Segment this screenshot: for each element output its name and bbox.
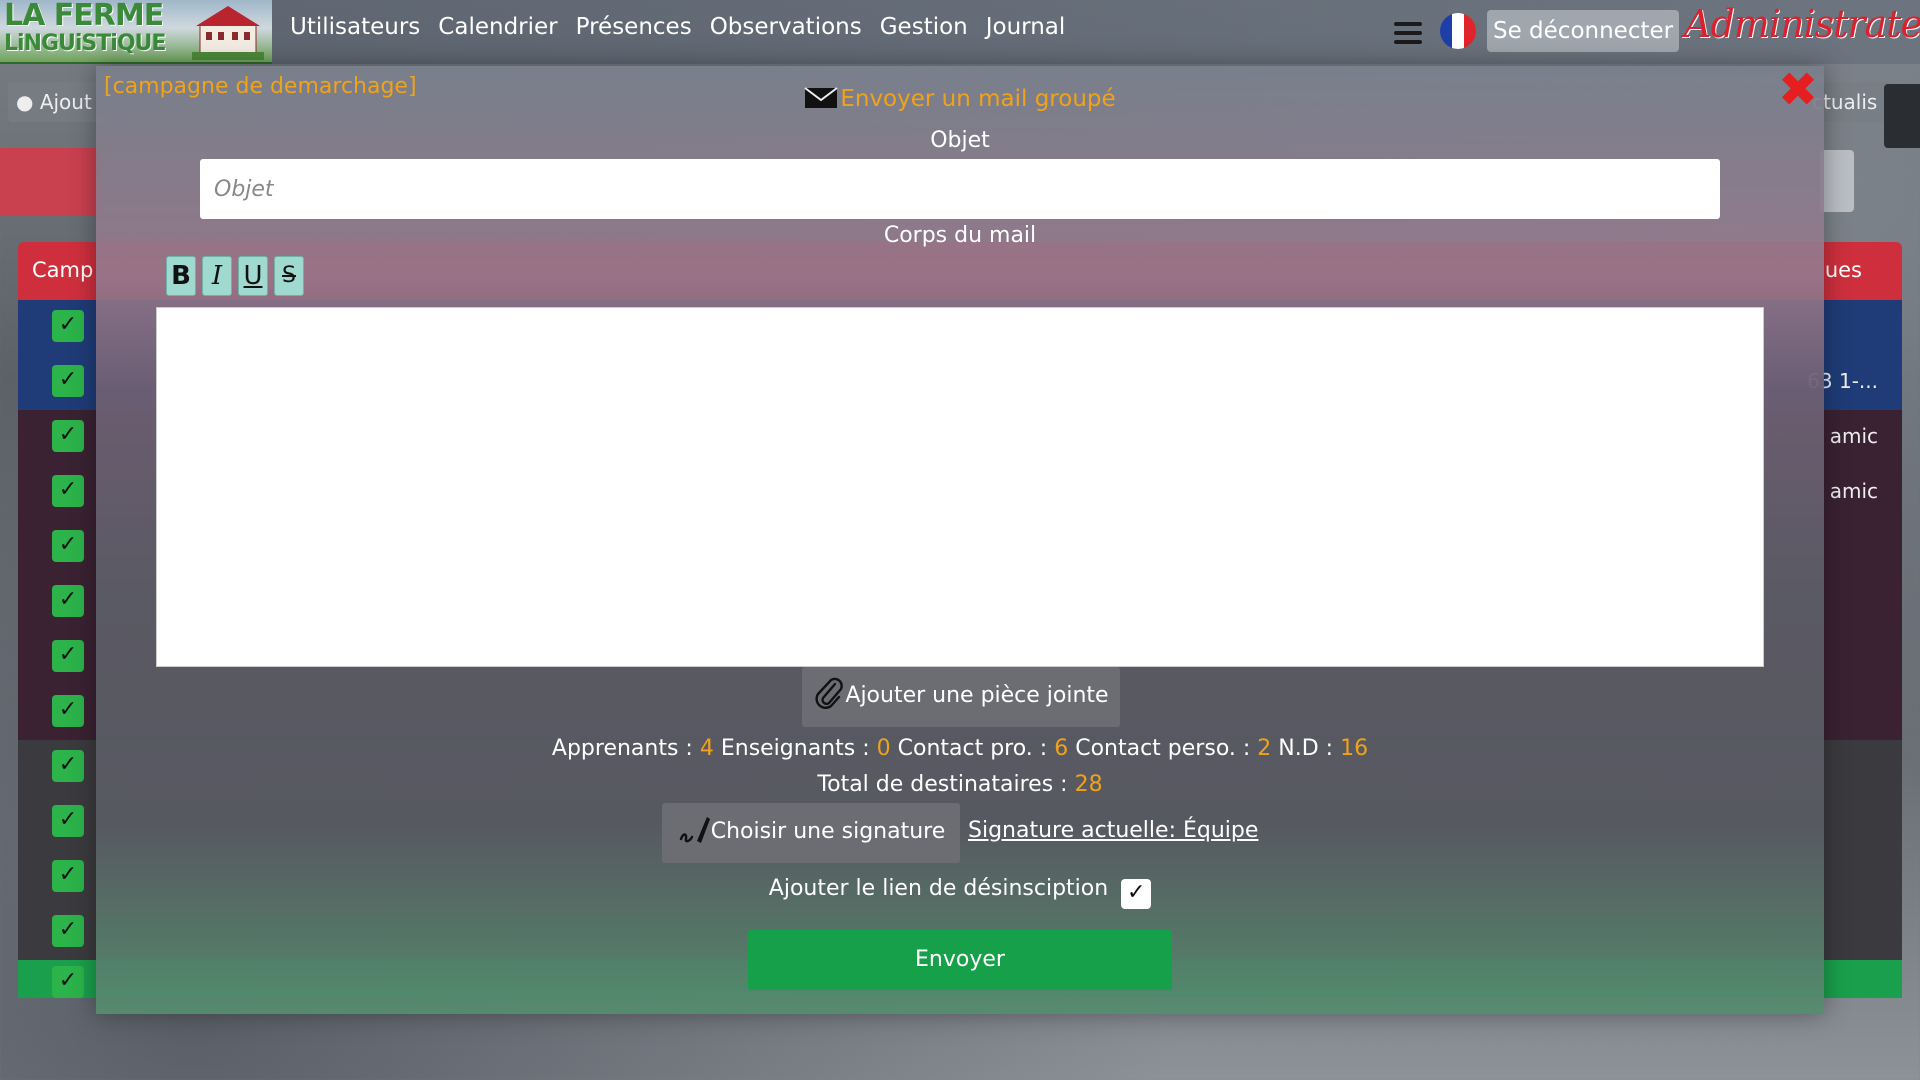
row-checkbox[interactable]: ✓ [52, 805, 84, 837]
unsubscribe-option: Ajouter le lien de désinsciption ✓ [96, 876, 1824, 909]
learners-count: 4 [699, 736, 714, 761]
subject-input[interactable] [200, 159, 1720, 219]
hamburger-menu-icon[interactable] [1394, 22, 1422, 44]
nav-item-attendance[interactable]: Présences [576, 14, 692, 40]
italic-button[interactable]: I [202, 256, 232, 296]
signature-pen-icon [679, 817, 710, 843]
users-icon: ● [16, 90, 34, 114]
underline-button[interactable]: U [238, 256, 268, 296]
row-checkbox[interactable]: ✓ [52, 750, 84, 782]
role-label: Administrateur [1684, 2, 1920, 46]
history-icon[interactable] [1884, 84, 1920, 148]
subject-label: Objet [930, 128, 990, 153]
row-checkbox[interactable]: ✓ [52, 860, 84, 892]
modal-title: Envoyer un mail groupé [96, 86, 1824, 112]
personal-contacts-count: 2 [1257, 736, 1272, 761]
nd-count: 16 [1340, 736, 1369, 761]
site-logo[interactable]: LA FERME LiNGUiSTiQUE [0, 0, 272, 64]
row-cell: amic [1829, 479, 1878, 503]
french-flag-icon[interactable] [1440, 13, 1476, 49]
main-menu: Utilisateurs Calendrier Présences Observ… [290, 14, 1065, 40]
paperclip-icon [815, 677, 844, 709]
total-count: 28 [1074, 772, 1103, 797]
teachers-count: 0 [876, 736, 891, 761]
row-checkbox[interactable]: ✓ [52, 966, 84, 998]
group-mail-modal: [campagne de demarchage] ✖ Envoyer un ma… [96, 66, 1824, 1014]
pro-contacts-count: 6 [1054, 736, 1069, 761]
total-recipients: Total de destinataires : 28 [817, 772, 1103, 797]
row-checkbox[interactable]: ✓ [52, 475, 84, 507]
row-checkbox[interactable]: ✓ [52, 640, 84, 672]
bold-button[interactable]: B [166, 256, 196, 296]
envelope-icon [804, 87, 838, 108]
nav-item-log[interactable]: Journal [986, 14, 1066, 40]
mail-body-editor[interactable] [156, 307, 1764, 667]
current-signature-link[interactable]: Signature actuelle: Équipe [968, 818, 1258, 843]
format-toolbar: B I U S [166, 256, 304, 296]
recipient-stats: Apprenants : 4 Enseignants : 0 Contact p… [551, 736, 1369, 761]
choose-signature-button[interactable]: Choisir une signature [662, 803, 960, 863]
refresh-button[interactable]: ctualis [1812, 82, 1892, 122]
nav-item-calendar[interactable]: Calendrier [438, 14, 557, 40]
strikethrough-button[interactable]: S [274, 256, 304, 296]
nav-item-users[interactable]: Utilisateurs [290, 14, 420, 40]
row-checkbox[interactable]: ✓ [52, 915, 84, 947]
row-checkbox[interactable]: ✓ [52, 695, 84, 727]
row-checkbox[interactable]: ✓ [52, 365, 84, 397]
background-banner [0, 148, 100, 216]
add-users-button[interactable]: ● Ajout [8, 82, 108, 122]
table-header-left: Camp [32, 258, 94, 282]
row-checkbox[interactable]: ✓ [52, 420, 84, 452]
row-checkbox[interactable]: ✓ [52, 310, 84, 342]
row-checkbox[interactable]: ✓ [52, 585, 84, 617]
send-button[interactable]: Envoyer [748, 930, 1172, 990]
top-navbar: LA FERME LiNGUiSTiQUE Utilisateurs Calen… [0, 0, 1920, 64]
unsubscribe-checkbox[interactable]: ✓ [1121, 879, 1152, 909]
table-header-right: ues [1824, 258, 1862, 282]
nav-item-observations[interactable]: Observations [710, 14, 862, 40]
add-attachment-button[interactable]: Ajouter une pièce jointe [802, 667, 1120, 727]
farm-house-icon [192, 6, 264, 60]
logo-text: LA FERME LiNGUiSTiQUE [4, 0, 166, 57]
row-cell: amic [1829, 424, 1878, 448]
nav-item-management[interactable]: Gestion [880, 14, 968, 40]
background-field [1820, 150, 1854, 212]
row-checkbox[interactable]: ✓ [52, 530, 84, 562]
body-label: Corps du mail [883, 223, 1037, 248]
logout-button[interactable]: Se déconnecter [1487, 10, 1680, 52]
